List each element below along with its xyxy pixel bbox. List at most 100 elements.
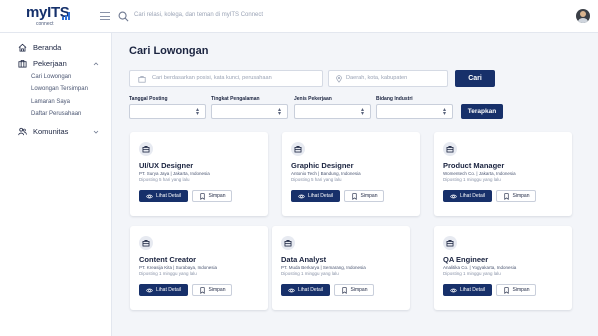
avatar[interactable] — [576, 9, 590, 23]
job-posted-time: Diposting 1 minggu yang lalu — [443, 177, 501, 182]
job-company-location: Womentech Co. | Jakarta, Indonesia — [443, 171, 516, 176]
sidebar-item-label: Pekerjaan — [33, 59, 67, 68]
bookmark-icon — [503, 192, 510, 200]
save-job-button[interactable]: Simpan — [496, 190, 536, 202]
briefcase-icon — [443, 236, 457, 250]
search-icon — [118, 11, 129, 22]
save-job-label: Simpan — [350, 287, 368, 293]
save-job-label: Simpan — [208, 193, 226, 199]
briefcase-icon — [139, 142, 153, 156]
bookmark-icon — [351, 192, 358, 200]
job-card[interactable]: Content Creator PT. Kreasija Kita | Surab… — [130, 226, 268, 310]
eye-icon — [288, 287, 295, 294]
select-arrows-icon: ▴ ▾ — [442, 107, 446, 117]
sidebar-item-pekerjaan[interactable]: Pekerjaan — [18, 59, 67, 68]
view-detail-label: Lihat Detail — [459, 193, 485, 199]
job-company-location: PT. Muda Berkarya | Semarang, Indonesia — [281, 265, 366, 270]
page-title: Cari Lowongan — [129, 45, 209, 57]
view-detail-label: Lihat Detail — [307, 193, 333, 199]
eye-icon — [146, 193, 153, 200]
view-detail-button[interactable]: Lihat Detail — [281, 284, 330, 296]
sidebar-item-cari-lowongan[interactable]: Cari Lowongan — [31, 74, 71, 80]
select-arrows-icon: ▴ ▾ — [195, 107, 199, 117]
view-detail-label: Lihat Detail — [155, 193, 181, 199]
job-title: QA Engineer — [443, 255, 489, 264]
global-search-input[interactable]: Cari relasi, kolega, dan teman di myITS … — [134, 12, 263, 18]
keyword-search-input[interactable]: Cari berdasarkan posisi, kata kunci, per… — [129, 70, 323, 87]
logo-subtitle: connect — [36, 21, 54, 27]
job-card[interactable]: UI/UX Designer PT. Surya Jaya | Jakarta, … — [130, 132, 268, 216]
filter-select-jenis[interactable]: ▴ ▾ — [294, 104, 371, 119]
eye-icon — [298, 193, 305, 200]
save-job-label: Simpan — [512, 193, 530, 199]
save-job-button[interactable]: Simpan — [334, 284, 374, 296]
chevron-up-icon[interactable] — [93, 61, 99, 67]
job-title: Data Analyst — [281, 255, 327, 264]
chevron-down-icon[interactable] — [93, 129, 99, 135]
top-bar: myITS connect Cari relasi, kolega, dan t… — [0, 0, 598, 33]
briefcase-icon — [291, 142, 305, 156]
save-job-button[interactable]: Simpan — [344, 190, 384, 202]
job-title: Graphic Designer — [291, 161, 354, 170]
view-detail-label: Lihat Detail — [155, 287, 181, 293]
save-job-label: Simpan — [208, 287, 226, 293]
eye-icon — [146, 287, 153, 294]
sidebar: Beranda Pekerjaan Cari Lowongan Lowongan… — [0, 33, 112, 336]
select-arrows-icon: ▴ ▾ — [277, 107, 281, 117]
bookmark-icon — [503, 286, 510, 294]
briefcase-icon — [139, 236, 153, 250]
filter-select-industri[interactable]: ▴ ▾ — [376, 104, 453, 119]
save-job-label: Simpan — [512, 287, 530, 293]
sidebar-item-lamaran-saya[interactable]: Lamaran Saya — [31, 99, 70, 105]
sidebar-item-daftar-perusahaan[interactable]: Daftar Perusahaan — [31, 111, 81, 117]
briefcase-icon — [138, 76, 146, 83]
view-detail-button[interactable]: Lihat Detail — [443, 190, 492, 202]
filter-label-tanggal: Tanggal Posting — [129, 96, 168, 102]
filter-label-jenis: Jenis Pekerjaan — [294, 96, 332, 102]
job-title: Product Manager — [443, 161, 505, 170]
myits-logo[interactable]: myITS connect — [26, 4, 70, 30]
view-detail-button[interactable]: Lihat Detail — [443, 284, 492, 296]
keyword-search-placeholder: Cari berdasarkan posisi, kata kunci, per… — [152, 75, 272, 81]
sidebar-item-komunitas[interactable]: Komunitas — [18, 127, 68, 136]
job-card[interactable]: Graphic Designer Antonio Tech | Bandung, … — [282, 132, 420, 216]
home-icon — [18, 43, 27, 52]
location-input[interactable]: Daerah, kota, kabupaten — [328, 70, 448, 87]
sidebar-item-label: Beranda — [33, 43, 62, 52]
bookmark-icon — [199, 192, 206, 200]
filter-label-pengalaman: Tingkat Pengalaman — [211, 96, 260, 102]
job-posted-time: Diposting 5 hari yang lalu — [291, 177, 342, 182]
view-detail-button[interactable]: Lihat Detail — [139, 284, 188, 296]
save-job-label: Simpan — [360, 193, 378, 199]
sidebar-item-beranda[interactable]: Beranda — [18, 43, 61, 52]
job-title: UI/UX Designer — [139, 161, 194, 170]
filter-select-tanggal[interactable]: ▴ ▾ — [129, 104, 206, 119]
job-company-location: PT. Surya Jaya | Jakarta, Indonesia — [139, 171, 210, 176]
eye-icon — [450, 193, 457, 200]
sidebar-item-lowongan-tersimpan[interactable]: Lowongan Tersimpan — [31, 86, 88, 92]
save-job-button[interactable]: Simpan — [496, 284, 536, 296]
job-card[interactable]: Product Manager Womentech Co. | Jakarta, … — [434, 132, 572, 216]
job-posted-time: Diposting 5 hari yang lalu — [139, 177, 190, 182]
location-placeholder: Daerah, kota, kabupaten — [346, 75, 408, 81]
job-card[interactable]: Data Analyst PT. Muda Berkarya | Semarang… — [272, 226, 410, 310]
people-icon — [18, 127, 27, 136]
search-button[interactable]: Cari — [455, 70, 495, 87]
briefcase-icon — [443, 142, 457, 156]
save-job-button[interactable]: Simpan — [192, 190, 232, 202]
select-arrows-icon: ▴ ▾ — [360, 107, 364, 117]
job-company-location: Analitika Co. | Yogyakarta, Indonesia — [443, 265, 517, 270]
eye-icon — [450, 287, 457, 294]
apply-filter-button[interactable]: Terapkan — [461, 104, 503, 119]
bookmark-icon — [341, 286, 348, 294]
job-posted-time: Diposting 1 minggu yang lalu — [443, 271, 501, 276]
job-card[interactable]: QA Engineer Analitika Co. | Yogyakarta, I… — [434, 226, 572, 310]
menu-icon[interactable] — [100, 12, 110, 21]
briefcase-icon — [281, 236, 295, 250]
filter-select-pengalaman[interactable]: ▴ ▾ — [211, 104, 288, 119]
briefcase-icon — [18, 60, 27, 68]
job-posted-time: Diposting 1 minggu yang lalu — [139, 271, 197, 276]
view-detail-button[interactable]: Lihat Detail — [291, 190, 340, 202]
save-job-button[interactable]: Simpan — [192, 284, 232, 296]
view-detail-button[interactable]: Lihat Detail — [139, 190, 188, 202]
